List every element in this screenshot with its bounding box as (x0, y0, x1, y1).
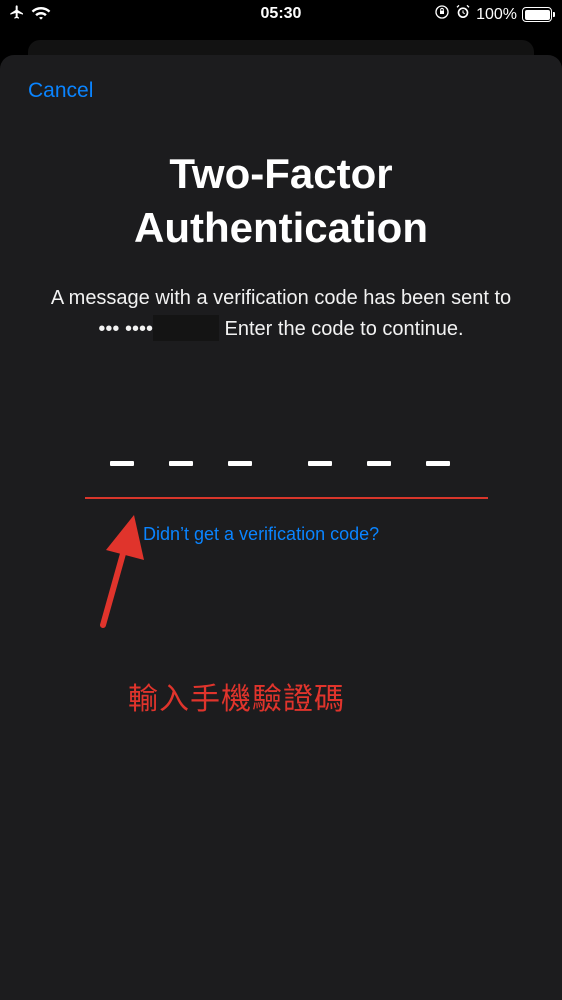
status-right: 100% (434, 4, 555, 25)
annotation-text: 輸入手機驗證碼 (128, 682, 345, 717)
battery-percent: 100% (476, 5, 517, 23)
orientation-lock-icon (434, 4, 450, 25)
screen: 05:30 100% Cancel Two-Factor Authenticat… (0, 0, 562, 1000)
two-factor-sheet: Cancel Two-Factor Authentication A messa… (0, 55, 562, 1000)
battery-icon (522, 7, 555, 22)
alarm-icon (455, 4, 471, 25)
arrow-annotation-icon (100, 515, 144, 628)
battery-fill (524, 9, 550, 20)
status-bar: 05:30 100% (0, 0, 562, 30)
